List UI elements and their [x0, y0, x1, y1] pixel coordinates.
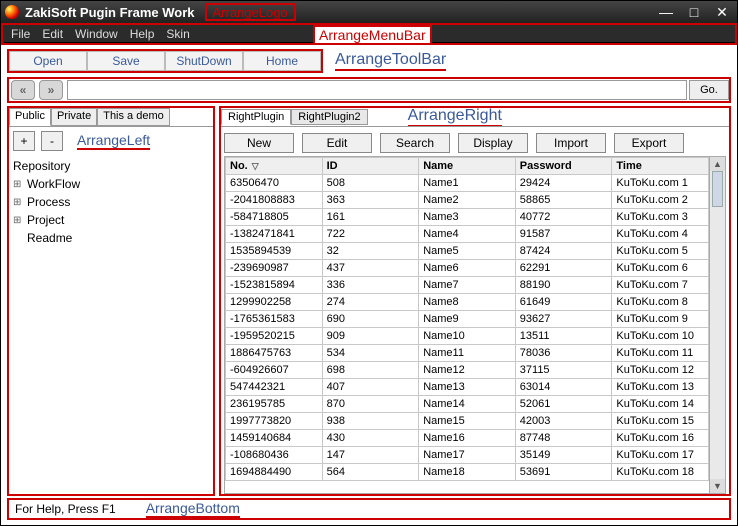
scroll-thumb[interactable] [712, 171, 723, 207]
tree-item-readme[interactable]: Readme [13, 229, 209, 247]
table-row[interactable]: 236195785870Name1452061KuToKu.com 14 [226, 396, 709, 413]
minimize-button[interactable]: — [655, 4, 677, 20]
table-row[interactable]: -2041808883363Name258865KuToKu.com 2 [226, 192, 709, 209]
maximize-button[interactable]: □ [683, 4, 705, 20]
export-button[interactable]: Export [614, 133, 684, 153]
go-button[interactable]: Go. [689, 80, 729, 100]
table-row[interactable]: 1997773820938Name1542003KuToKu.com 15 [226, 413, 709, 430]
table-row[interactable]: -1382471841722Name491587KuToKu.com 4 [226, 226, 709, 243]
import-button[interactable]: Import [536, 133, 606, 153]
menu-window[interactable]: Window [75, 27, 118, 41]
left-tabs: PublicPrivateThis a demo [9, 108, 213, 126]
tree-item-process[interactable]: Process [13, 193, 209, 211]
table-row[interactable]: 153589453932Name587424KuToKu.com 5 [226, 243, 709, 260]
table-row[interactable]: -604926607698Name1237115KuToKu.com 12 [226, 362, 709, 379]
table-row[interactable]: -239690987437Name662291KuToKu.com 6 [226, 260, 709, 277]
annotation-arrange-right: ArrangeRight [408, 107, 502, 127]
toolbar: OpenSaveShutDownHome [7, 49, 323, 73]
toolbar-home-button[interactable]: Home [243, 51, 321, 71]
annotation-arrange-logo: ArrangeLogo [205, 3, 296, 21]
table-row[interactable]: -584718805161Name340772KuToKu.com 3 [226, 209, 709, 226]
annotation-arrange-menubar: ArrangeMenuBar [313, 25, 432, 45]
nav-bar: « » Go. [7, 77, 731, 103]
new-button[interactable]: New [224, 133, 294, 153]
table-row[interactable]: 1459140684430Name1687748KuToKu.com 16 [226, 430, 709, 447]
remove-button[interactable]: - [41, 131, 63, 151]
title-bar: ZakiSoft Pugin Frame Work ArrangeLogo — … [1, 1, 737, 23]
column-id[interactable]: ID [322, 158, 419, 175]
column-password[interactable]: Password [515, 158, 612, 175]
menu-help[interactable]: Help [130, 27, 155, 41]
column-time[interactable]: Time [612, 158, 709, 175]
close-button[interactable]: ✕ [711, 4, 733, 21]
add-button[interactable]: + [13, 131, 35, 151]
column-name[interactable]: Name [419, 158, 516, 175]
tree-root[interactable]: Repository [13, 157, 209, 175]
status-help-text: For Help, Press F1 [15, 502, 116, 516]
column-no[interactable]: No. [226, 158, 323, 175]
table-row[interactable]: 1299902258274Name861649KuToKu.com 8 [226, 294, 709, 311]
nav-back-button[interactable]: « [11, 80, 35, 100]
nav-forward-button[interactable]: » [39, 80, 63, 100]
tree-item-workflow[interactable]: WorkFlow [13, 175, 209, 193]
table-row[interactable]: -108680436147Name1735149KuToKu.com 17 [226, 447, 709, 464]
table-row[interactable]: 63506470508Name129424KuToKu.com 1 [226, 175, 709, 192]
annotation-arrange-bottom: ArrangeBottom [146, 500, 240, 518]
table-row[interactable]: 1694884490564Name1853691KuToKu.com 18 [226, 464, 709, 481]
app-logo-icon [5, 5, 19, 19]
scroll-up-icon[interactable]: ▲ [710, 157, 725, 171]
annotation-arrange-left: ArrangeLeft [77, 132, 150, 150]
right-button-bar: New Edit Search Display Import Export [224, 130, 726, 156]
toolbar-open-button[interactable]: Open [9, 51, 87, 71]
tree-view: Repository WorkFlowProcessProjectReadme [13, 157, 209, 247]
window-title: ZakiSoft Pugin Frame Work [25, 5, 195, 20]
tree-item-project[interactable]: Project [13, 211, 209, 229]
vertical-scrollbar[interactable]: ▲ ▼ [709, 157, 725, 493]
menu-skin[interactable]: Skin [166, 27, 189, 41]
table-row[interactable]: 547442321407Name1363014KuToKu.com 13 [226, 379, 709, 396]
left-tab-0[interactable]: Public [9, 108, 51, 126]
scroll-down-icon[interactable]: ▼ [710, 479, 725, 493]
left-tab-1[interactable]: Private [51, 108, 97, 126]
menu-edit[interactable]: Edit [42, 27, 63, 41]
data-grid: No.IDNamePasswordTime 63506470508Name129… [224, 156, 726, 494]
menu-file[interactable]: File [11, 27, 30, 41]
toolbar-save-button[interactable]: Save [87, 51, 165, 71]
table-row[interactable]: 1886475763534Name1178036KuToKu.com 11 [226, 345, 709, 362]
status-bar: For Help, Press F1 ArrangeBottom [7, 498, 731, 520]
right-tab-1[interactable]: RightPlugin2 [291, 109, 367, 125]
search-button[interactable]: Search [380, 133, 450, 153]
edit-button[interactable]: Edit [302, 133, 372, 153]
left-tab-2[interactable]: This a demo [97, 108, 170, 126]
annotation-arrange-toolbar: ArrangeToolBar [335, 51, 446, 71]
right-panel: RightPluginRightPlugin2 ArrangeRight New… [219, 106, 731, 496]
right-tabs: RightPluginRightPlugin2 [221, 109, 368, 125]
toolbar-shutdown-button[interactable]: ShutDown [165, 51, 243, 71]
left-panel: PublicPrivateThis a demo + - ArrangeLeft… [7, 106, 215, 496]
address-input[interactable] [67, 80, 687, 100]
table-row[interactable]: -1765361583690Name993627KuToKu.com 9 [226, 311, 709, 328]
display-button[interactable]: Display [458, 133, 528, 153]
table-row[interactable]: -1959520215909Name1013511KuToKu.com 10 [226, 328, 709, 345]
right-tab-0[interactable]: RightPlugin [221, 109, 291, 125]
table-row[interactable]: -1523815894336Name788190KuToKu.com 7 [226, 277, 709, 294]
